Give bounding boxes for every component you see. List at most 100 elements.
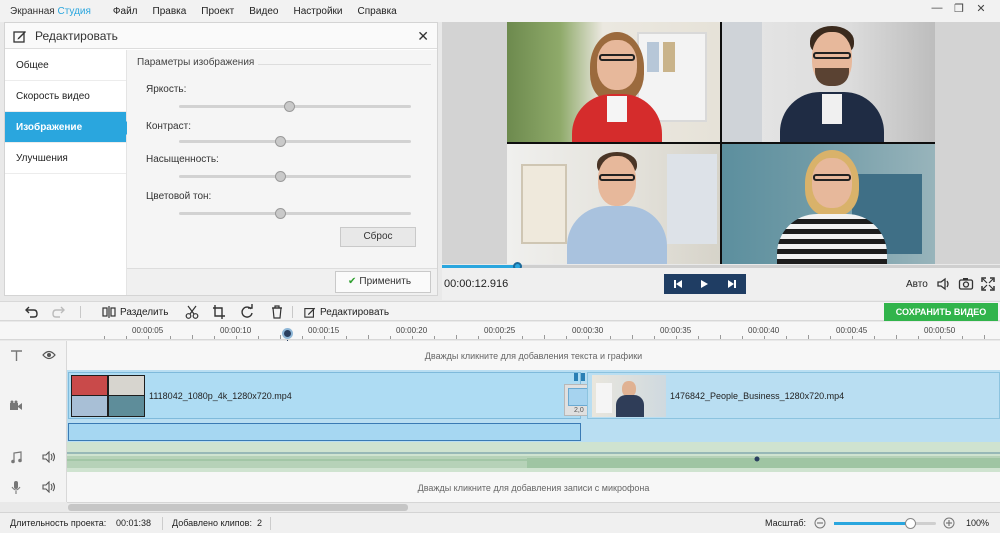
menu-file[interactable]: Файл [113, 6, 138, 17]
camera-icon[interactable] [958, 276, 974, 292]
music-note-icon [11, 451, 22, 464]
zoom-slider[interactable] [834, 518, 936, 529]
prev-frame-button[interactable] [664, 274, 692, 294]
video-preview [442, 22, 1000, 264]
contrast-slider[interactable] [179, 136, 411, 147]
ruler-minor-tick [566, 336, 567, 339]
text-track-hint: Дважды кликните для добавления текста и … [424, 351, 643, 361]
zoom-out-icon[interactable] [814, 517, 826, 529]
ruler-tick-label: 00:00:35 [660, 326, 692, 335]
maximize-button[interactable]: ❐ [948, 2, 970, 15]
mic-track-header [0, 472, 67, 502]
timeline-toolbar: Разделить Редактировать СОХРАНИТЬ ВИДЕО [0, 301, 1000, 321]
hue-slider-knob[interactable] [275, 208, 287, 219]
ruler-minor-tick [346, 336, 347, 339]
video-frame[interactable] [507, 22, 935, 264]
undo-icon[interactable] [24, 304, 38, 320]
menu-settings[interactable]: Настройки [293, 6, 342, 17]
audio-volume-icon[interactable] [42, 451, 56, 463]
ruler-minor-tick [962, 336, 963, 339]
apply-button[interactable]: ✔ Применить [335, 271, 431, 293]
ruler-minor-tick [522, 336, 523, 339]
rotate-icon[interactable] [240, 304, 254, 320]
ruler-minor-tick [918, 336, 919, 339]
menu-project[interactable]: Проект [201, 6, 234, 17]
brightness-slider-knob[interactable] [284, 101, 296, 112]
nav-video-speed[interactable]: Скорость видео [5, 81, 126, 112]
fullscreen-icon[interactable] [980, 276, 996, 292]
audio-waveform [67, 452, 1000, 468]
saturation-slider-knob[interactable] [275, 171, 287, 182]
timeline-scrollbar[interactable] [67, 502, 1000, 512]
ruler-tick-label: 00:00:20 [396, 326, 428, 335]
audio-track-header [0, 442, 67, 472]
saturation-label: Насыщенность: [146, 154, 219, 165]
ruler-minor-tick [676, 336, 677, 339]
split-button[interactable]: Разделить [102, 304, 168, 320]
quality-auto[interactable]: Авто [906, 279, 928, 290]
check-icon: ✔ [348, 276, 357, 287]
menu-edit[interactable]: Правка [153, 6, 187, 17]
hue-slider[interactable] [179, 208, 411, 219]
close-window-button[interactable]: ✕ [970, 2, 992, 15]
ruler-tick-label: 00:00:30 [572, 326, 604, 335]
video-track[interactable]: 1118042_1080p_4k_1280x720.mp4 2,0 147684… [67, 370, 1000, 442]
edit-nav: Общее Скорость видео Изображение Улучшен… [5, 50, 133, 295]
nav-general[interactable]: Общее [5, 50, 126, 81]
next-frame-icon [728, 280, 736, 288]
brightness-slider[interactable] [179, 101, 411, 112]
saturation-slider[interactable] [179, 171, 411, 182]
close-icon[interactable]: ✕ [417, 28, 429, 45]
ruler-minor-tick [808, 336, 809, 339]
ruler-minor-tick [170, 336, 171, 339]
playhead-handle[interactable] [282, 328, 293, 339]
zoom-slider-knob[interactable] [904, 518, 916, 529]
group-title: Параметры изображения [137, 57, 259, 68]
nav-image[interactable]: Изображение [5, 112, 133, 143]
text-track[interactable]: Дважды кликните для добавления текста и … [67, 341, 1000, 370]
edit-panel-title: Редактировать [35, 28, 118, 43]
audio-track[interactable] [67, 442, 1000, 472]
toolbar-divider [292, 306, 293, 318]
next-frame-button[interactable] [718, 274, 746, 294]
ruler-minor-tick [874, 336, 875, 339]
status-divider [162, 517, 163, 530]
ruler-minor-tick [896, 336, 897, 339]
prev-frame-icon [674, 280, 682, 288]
status-bar: Длительность проекта: 00:01:38 Добавлено… [0, 512, 1000, 533]
ruler-minor-tick [654, 336, 655, 339]
selected-clip-region[interactable] [68, 423, 581, 441]
eye-icon[interactable] [42, 349, 56, 361]
video-clip[interactable]: 1476842_People_Business_1280x720.mp4 [587, 372, 1000, 419]
save-video-button[interactable]: СОХРАНИТЬ ВИДЕО [884, 303, 998, 321]
ruler-minor-tick [984, 336, 985, 339]
contrast-slider-knob[interactable] [275, 136, 287, 147]
mic-volume-icon[interactable] [42, 481, 56, 493]
edit-clip-button[interactable]: Редактировать [304, 304, 389, 320]
ruler-tick-label: 00:00:40 [748, 326, 780, 335]
scissors-icon[interactable] [185, 304, 199, 320]
menu-help[interactable]: Справка [358, 6, 397, 17]
video-clip[interactable]: 1118042_1080p_4k_1280x720.mp4 [68, 372, 581, 419]
apply-button-label: Применить [359, 276, 412, 287]
redo-icon[interactable] [52, 304, 66, 320]
zoom-in-icon[interactable] [943, 517, 955, 529]
play-button[interactable] [690, 274, 718, 294]
mic-track[interactable]: Дважды кликните для добавления записи с … [67, 472, 1000, 502]
reset-button[interactable]: Сброс [340, 227, 416, 247]
edit-panel-header: Редактировать [5, 23, 437, 49]
menu-video[interactable]: Видео [249, 6, 278, 17]
clips-count-value: 2 [257, 518, 263, 528]
crop-icon[interactable] [212, 304, 226, 320]
trash-icon[interactable] [270, 304, 284, 320]
edit-icon [13, 30, 26, 43]
minimize-button[interactable]: — [926, 2, 948, 15]
scrollbar-thumb[interactable] [68, 504, 408, 511]
timeline-ruler[interactable]: 00:00:05 00:00:10 00:00:15 00:00:20 00:00:25… [0, 322, 1000, 340]
nav-enhancements[interactable]: Улучшения [5, 143, 126, 174]
split-button-label: Разделить [120, 306, 169, 318]
ruler-minor-tick [324, 336, 325, 339]
status-divider [270, 517, 271, 530]
volume-icon[interactable] [936, 276, 952, 292]
ruler-minor-tick [632, 336, 633, 339]
